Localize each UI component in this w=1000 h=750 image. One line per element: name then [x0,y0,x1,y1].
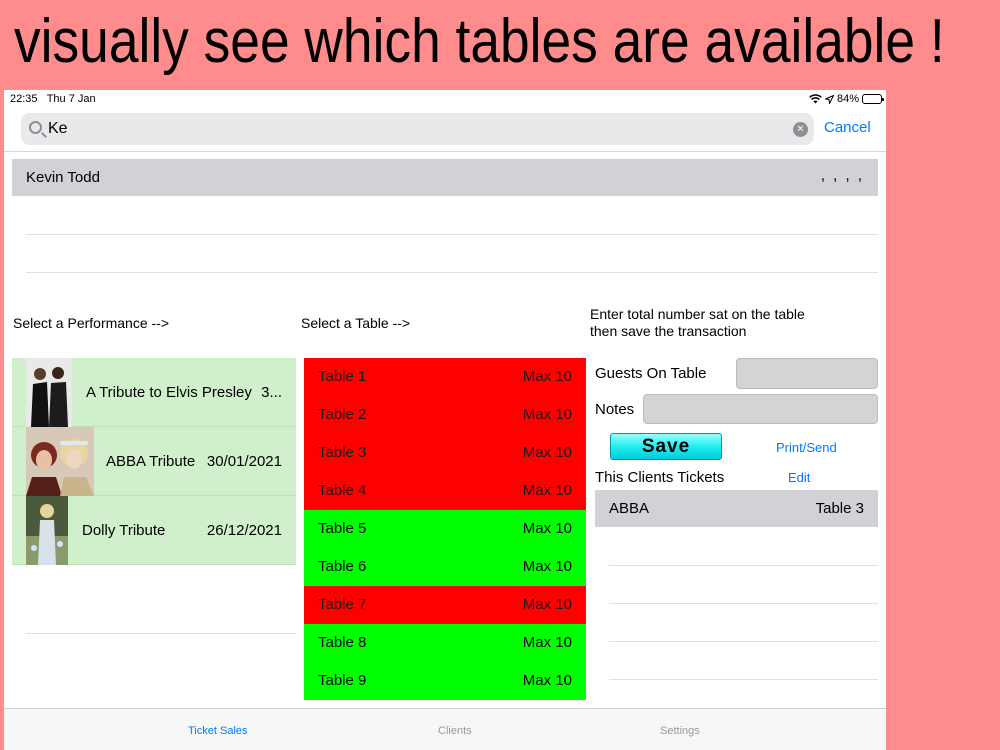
status-bar: 22:35 Thu 7 Jan 84% [4,90,886,108]
list-separator [609,679,878,680]
table-max: Max 10 [522,406,572,423]
table-name: Table 8 [318,634,367,651]
search-field[interactable]: Ke × [21,113,814,145]
ticket-show: ABBA [609,500,650,517]
table-prompt: Select a Table --> [301,315,411,331]
table-max: Max 10 [522,520,572,537]
client-name: Kevin Todd [26,169,100,186]
table-row[interactable]: Table 2 Max 10 [304,396,586,434]
table-row[interactable]: Table 3 Max 10 [304,434,586,472]
list-separator [609,641,878,642]
print-send-button[interactable]: Print/Send [776,440,837,455]
table-max: Max 10 [522,558,572,575]
performance-date: 26/12/2021 [206,522,282,539]
performance-row[interactable]: ABBA Tribute 30/01/2021 [12,427,296,496]
edit-button[interactable]: Edit [788,470,810,485]
client-result-row[interactable]: Kevin Todd , , , , [12,159,878,196]
table-name: Table 9 [318,672,367,689]
table-row[interactable]: Table 6 Max 10 [304,548,586,586]
table-name: Table 3 [318,444,367,461]
table-name: Table 4 [318,482,367,499]
table-max: Max 10 [522,482,572,499]
table-max: Max 10 [522,672,572,689]
table-row[interactable]: Table 5 Max 10 [304,510,586,548]
table-row[interactable]: Table 4 Max 10 [304,472,586,510]
performance-prompt: Select a Performance --> [13,315,170,331]
table-name: Table 1 [318,368,367,385]
cancel-button[interactable]: Cancel [824,119,871,136]
performance-title: A Tribute to Elvis Presley [86,384,252,401]
search-input[interactable]: Ke [48,120,68,138]
table-name: Table 6 [318,558,367,575]
client-detail: , , , , [820,167,864,184]
guests-prompt-line1: Enter total number sat on the table [590,306,805,322]
guests-prompt: Enter total number sat on the table then… [590,306,805,340]
status-time: 22:35 Thu 7 Jan [10,93,96,105]
performance-row[interactable]: A Tribute to Elvis Presley 3... [12,358,296,427]
table-name: Table 7 [318,596,367,613]
table-list: Table 1 Max 10 Table 2 Max 10 Table 3 Max 10 T… [304,358,586,700]
performance-row[interactable]: Dolly Tribute 26/12/2021 [12,496,296,565]
list-separator [609,565,878,566]
table-max: Max 10 [522,596,572,613]
search-divider [4,151,886,152]
notes-input[interactable] [643,394,878,424]
guests-label: Guests On Table [595,365,707,382]
performance-date: 30/01/2021 [206,453,282,470]
notes-label: Notes [595,401,635,418]
wifi-icon [809,94,822,104]
list-separator [609,603,878,604]
location-arrow-icon [824,94,834,104]
ticket-row[interactable]: ABBA Table 3 [595,490,878,527]
abba-poster-thumbnail [26,427,94,496]
tab-ticket-sales[interactable]: Ticket Sales [188,725,248,737]
save-button[interactable]: Save [610,433,722,460]
performance-date: 3... [261,384,282,401]
search-icon [29,121,42,134]
table-row[interactable]: Table 1 Max 10 [304,358,586,396]
performance-title: ABBA Tribute [106,453,196,470]
guests-input[interactable] [736,358,878,389]
elvis-poster-thumbnail [26,358,72,427]
list-separator [26,272,878,273]
client-tickets-label: This Clients Tickets [595,469,725,486]
clear-search-icon[interactable]: × [793,122,808,137]
battery-percentage: 84% [836,93,859,105]
table-row[interactable]: Table 7 Max 10 [304,586,586,624]
tab-settings[interactable]: Settings [660,725,700,737]
table-row[interactable]: Table 8 Max 10 [304,624,586,662]
battery-icon [862,94,884,104]
table-name: Table 5 [318,520,367,537]
performance-title: Dolly Tribute [82,522,166,539]
list-separator [26,633,296,634]
table-max: Max 10 [522,444,572,461]
performance-list: A Tribute to Elvis Presley 3... ABBA Tri… [12,358,296,565]
list-separator [26,234,878,235]
guests-prompt-line2: then save the transaction [590,323,747,339]
table-name: Table 2 [318,406,367,423]
tab-bar: Ticket Sales Clients Settings [4,708,886,750]
ticket-table: Table 3 [815,500,864,517]
ipad-screen: 22:35 Thu 7 Jan 84% Ke × Cancel Kevin To… [4,90,886,750]
table-max: Max 10 [522,634,572,651]
banner-caption: visually see which tables are available … [14,7,945,76]
dolly-poster-thumbnail [26,496,68,565]
tab-clients[interactable]: Clients [438,725,472,737]
table-row[interactable]: Table 9 Max 10 [304,662,586,700]
status-right: 84% [809,93,884,105]
table-max: Max 10 [522,368,572,385]
